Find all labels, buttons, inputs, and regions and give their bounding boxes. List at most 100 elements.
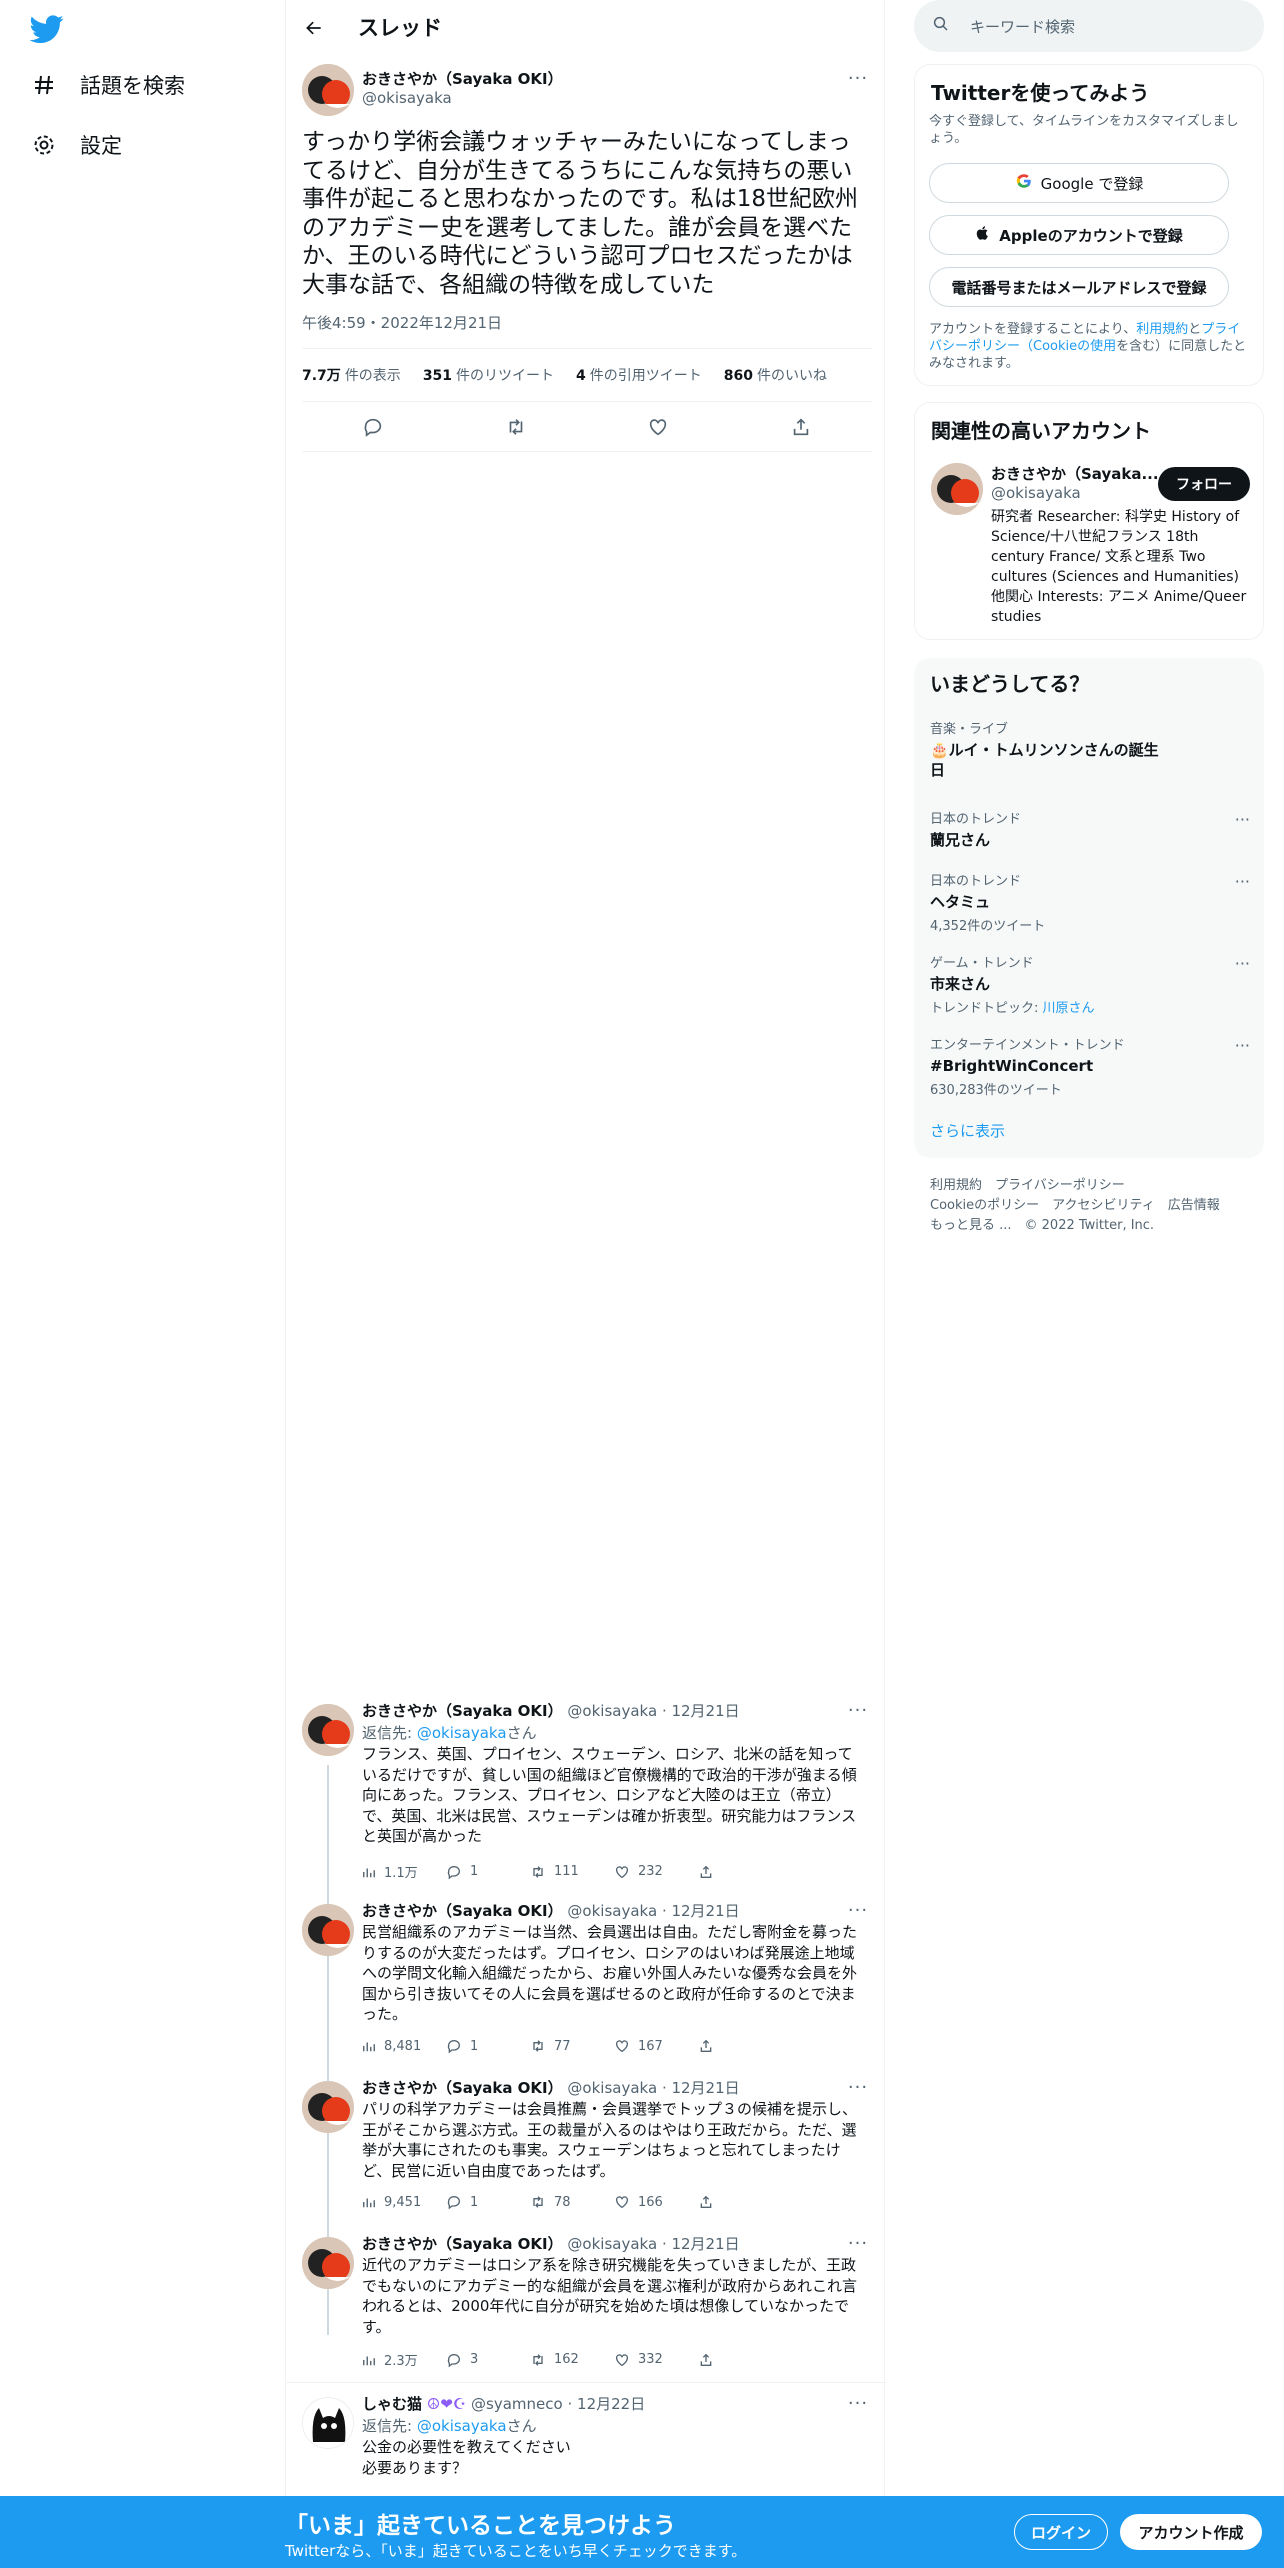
gear-icon (30, 131, 58, 159)
share-icon[interactable] (698, 2194, 782, 2210)
terms-link[interactable]: 利用規約 (1136, 322, 1188, 337)
tweet-stats: 7.7万 件の表示 351 件のリツイート 4 件の引用ツイート 860 件のいいね (302, 348, 872, 402)
views-stat[interactable]: 9,451 (362, 2194, 446, 2210)
trend-item[interactable]: 日本のトレンド 蘭兄さん ··· (930, 808, 1250, 850)
left-nav: 話題を検索 設定 (0, 0, 285, 2568)
more-options-icon[interactable]: ··· (1235, 954, 1250, 973)
more-options-icon[interactable]: ··· (846, 2393, 870, 2414)
reply-tweet[interactable]: おきさやか（Sayaka OKI） @okisayaka · 12月21日 ··… (286, 1900, 886, 2075)
reply-text: 近代のアカデミーはロシア系を除き研究機能を失っていきましたが、王政でもないのにア… (362, 2256, 858, 2336)
more-options-icon[interactable]: ··· (1235, 872, 1250, 891)
apple-icon (975, 225, 991, 245)
reply-tweet[interactable]: しゃむ猫 ☮❤☪ @syamneco · 12月22日 ··· 返信先: @ok… (286, 2393, 886, 2493)
like-icon[interactable]: 167 (614, 2038, 698, 2054)
views-stat[interactable]: 7.7万 件の表示 (302, 365, 401, 385)
show-more-link[interactable]: さらに表示 (930, 1120, 1005, 1141)
display-name: おきさやか（Sayaka OKI） (362, 70, 563, 88)
avatar[interactable] (931, 463, 983, 515)
more-options-icon[interactable]: ··· (1235, 810, 1250, 829)
follow-button[interactable]: フォロー (1158, 467, 1250, 501)
avatar[interactable] (302, 2397, 354, 2449)
header: スレッド (286, 0, 886, 54)
footer-line[interactable]: 利用規約 プライバシーポリシー (930, 1174, 1125, 1193)
reply-tweet[interactable]: おきさやか（Sayaka OKI） @okisayaka · 12月21日 ··… (286, 2233, 886, 2383)
avatar[interactable] (302, 64, 354, 116)
search-placeholder: キーワード検索 (970, 17, 1076, 36)
trend-item[interactable]: 日本のトレンド ヘタミュ 4,352件のツイート ··· (930, 870, 1250, 934)
trend-item[interactable]: ゲーム・トレンド 市来さん トレンドトピック: 川原さん ··· (930, 952, 1250, 1016)
more-options-icon[interactable]: ··· (1235, 1036, 1250, 1055)
share-icon[interactable] (698, 2038, 782, 2054)
reply-icon[interactable]: 3 (446, 2350, 530, 2369)
relevant-bio: 研究者 Researcher: 科学史 History of Science/十… (991, 509, 1247, 625)
retweet-icon[interactable]: 77 (530, 2038, 614, 2054)
avatar[interactable] (302, 2237, 354, 2289)
avatar[interactable] (302, 2081, 354, 2133)
relevant-accounts-card: 関連性の高いアカウント おきさやか（Sayaka... @okisayaka フ… (914, 402, 1264, 640)
like-icon[interactable]: 166 (614, 2194, 698, 2210)
reply-actions: 2.3万 3 162 332 (362, 2350, 782, 2369)
reply-icon[interactable]: 1 (446, 2194, 530, 2210)
views-stat[interactable]: 1.1万 (362, 1862, 446, 1881)
trend-item[interactable]: 音楽・ライブ 🎂ルイ・トムリンソンさんの誕生日 (930, 718, 1250, 780)
reply-tweet[interactable]: おきさやか（Sayaka OKI） @okisayaka · 12月21日 ··… (286, 2077, 886, 2227)
login-button[interactable]: ログイン (1014, 2514, 1108, 2550)
views-stat[interactable]: 2.3万 (362, 2350, 446, 2369)
phone-email-signup-button[interactable]: 電話番号またはメールアドレスで登録 (929, 267, 1229, 307)
trend-topic-link[interactable]: 川原さん (1043, 1001, 1095, 1016)
search-input[interactable]: キーワード検索 (914, 0, 1264, 52)
phone-email-signup-label: 電話番号またはメールアドレスで登録 (951, 278, 1207, 297)
more-options-icon[interactable]: ··· (846, 1700, 870, 1721)
nav-settings-label: 設定 (80, 134, 122, 158)
reply-icon[interactable] (360, 414, 386, 440)
like-icon[interactable]: 232 (614, 1862, 698, 1881)
reply-text: フランス、英国、プロイセン、スウェーデン、ロシア、北米の話を知っているだけですが… (362, 1745, 857, 1845)
retweet-icon[interactable] (503, 414, 529, 440)
nav-settings[interactable]: 設定 (30, 130, 122, 160)
page: 話題を検索 設定 スレッド おきさやか（Sayaka OKI） @okisaya… (0, 0, 1284, 2568)
signup-banner: 「いま」起きていることを見つけよう Twitterなら、「いま」起きていることを… (0, 2496, 1284, 2568)
retweet-icon[interactable]: 78 (530, 2194, 614, 2210)
signup-title: Twitterを使ってみよう (931, 81, 1150, 105)
footer-line[interactable]: もっと見る ... © 2022 Twitter, Inc. (930, 1214, 1154, 1233)
trend-item[interactable]: エンターテインメント・トレンド #BrightWinConcert 630,28… (930, 1034, 1250, 1098)
twitter-logo-icon[interactable] (29, 12, 70, 48)
more-options-icon[interactable]: ··· (846, 2077, 870, 2098)
reply-text: 民営組織系のアカデミーは当然、会員選出は自由。ただし寄附金を募ったりするのが大変… (362, 1923, 858, 2023)
like-icon[interactable] (645, 414, 671, 440)
share-icon[interactable] (698, 2350, 782, 2369)
reply-tweet[interactable]: おきさやか（Sayaka OKI） @okisayaka · 12月21日 ··… (286, 1700, 886, 1890)
footer-line[interactable]: Cookieのポリシー アクセシビリティ 広告情報 (930, 1194, 1220, 1213)
terms-text: アカウントを登録することにより、利用規約とプライバシーポリシー（Cookieの使… (929, 322, 1247, 371)
retweet-icon[interactable]: 162 (530, 2350, 614, 2369)
avatar[interactable] (302, 1704, 354, 1756)
views-stat[interactable]: 8,481 (362, 2038, 446, 2054)
trends-title: いまどうしてる？ (930, 672, 1090, 696)
reply-icon[interactable]: 1 (446, 1862, 530, 1881)
back-arrow-icon[interactable] (300, 14, 328, 42)
google-signup-button[interactable]: Google で登録 (929, 163, 1229, 203)
more-options-icon[interactable]: ··· (846, 68, 870, 89)
signup-subtitle: 今すぐ登録して、タイムラインをカスタマイズしましょう。 (929, 114, 1239, 146)
reply-actions: 1.1万 1 111 232 (362, 1862, 782, 1881)
nav-explore[interactable]: 話題を検索 (30, 70, 185, 100)
google-signup-label: Google で登録 (1040, 174, 1144, 193)
signup-button[interactable]: アカウント作成 (1120, 2514, 1262, 2550)
more-options-icon[interactable]: ··· (846, 1900, 870, 1921)
reply-icon[interactable]: 1 (446, 2038, 530, 2054)
share-icon[interactable] (698, 1862, 782, 1881)
like-icon[interactable]: 332 (614, 2350, 698, 2369)
quotes-stat[interactable]: 4 件の引用ツイート (576, 365, 702, 385)
avatar[interactable] (302, 1904, 354, 1956)
retweet-icon[interactable]: 111 (530, 1862, 614, 1881)
cookie-link[interactable]: （Cookieの使用 (1020, 339, 1116, 354)
banner-subtitle: Twitterなら、「いま」起きていることをいち早くチェックできます。 (285, 2542, 747, 2560)
tweet-timestamp[interactable]: 午後4:59・2022年12月21日 (302, 312, 502, 333)
share-icon[interactable] (788, 414, 814, 440)
tweet-author[interactable]: おきさやか（Sayaka OKI） @okisayaka (362, 68, 563, 107)
retweets-stat[interactable]: 351 件のリツイート (423, 365, 554, 385)
more-options-icon[interactable]: ··· (846, 2233, 870, 2254)
apple-signup-button[interactable]: Appleのアカウントで登録 (929, 215, 1229, 255)
likes-stat[interactable]: 860 件のいいね (724, 365, 827, 385)
relevant-account[interactable]: おきさやか（Sayaka... @okisayaka (991, 463, 1159, 502)
